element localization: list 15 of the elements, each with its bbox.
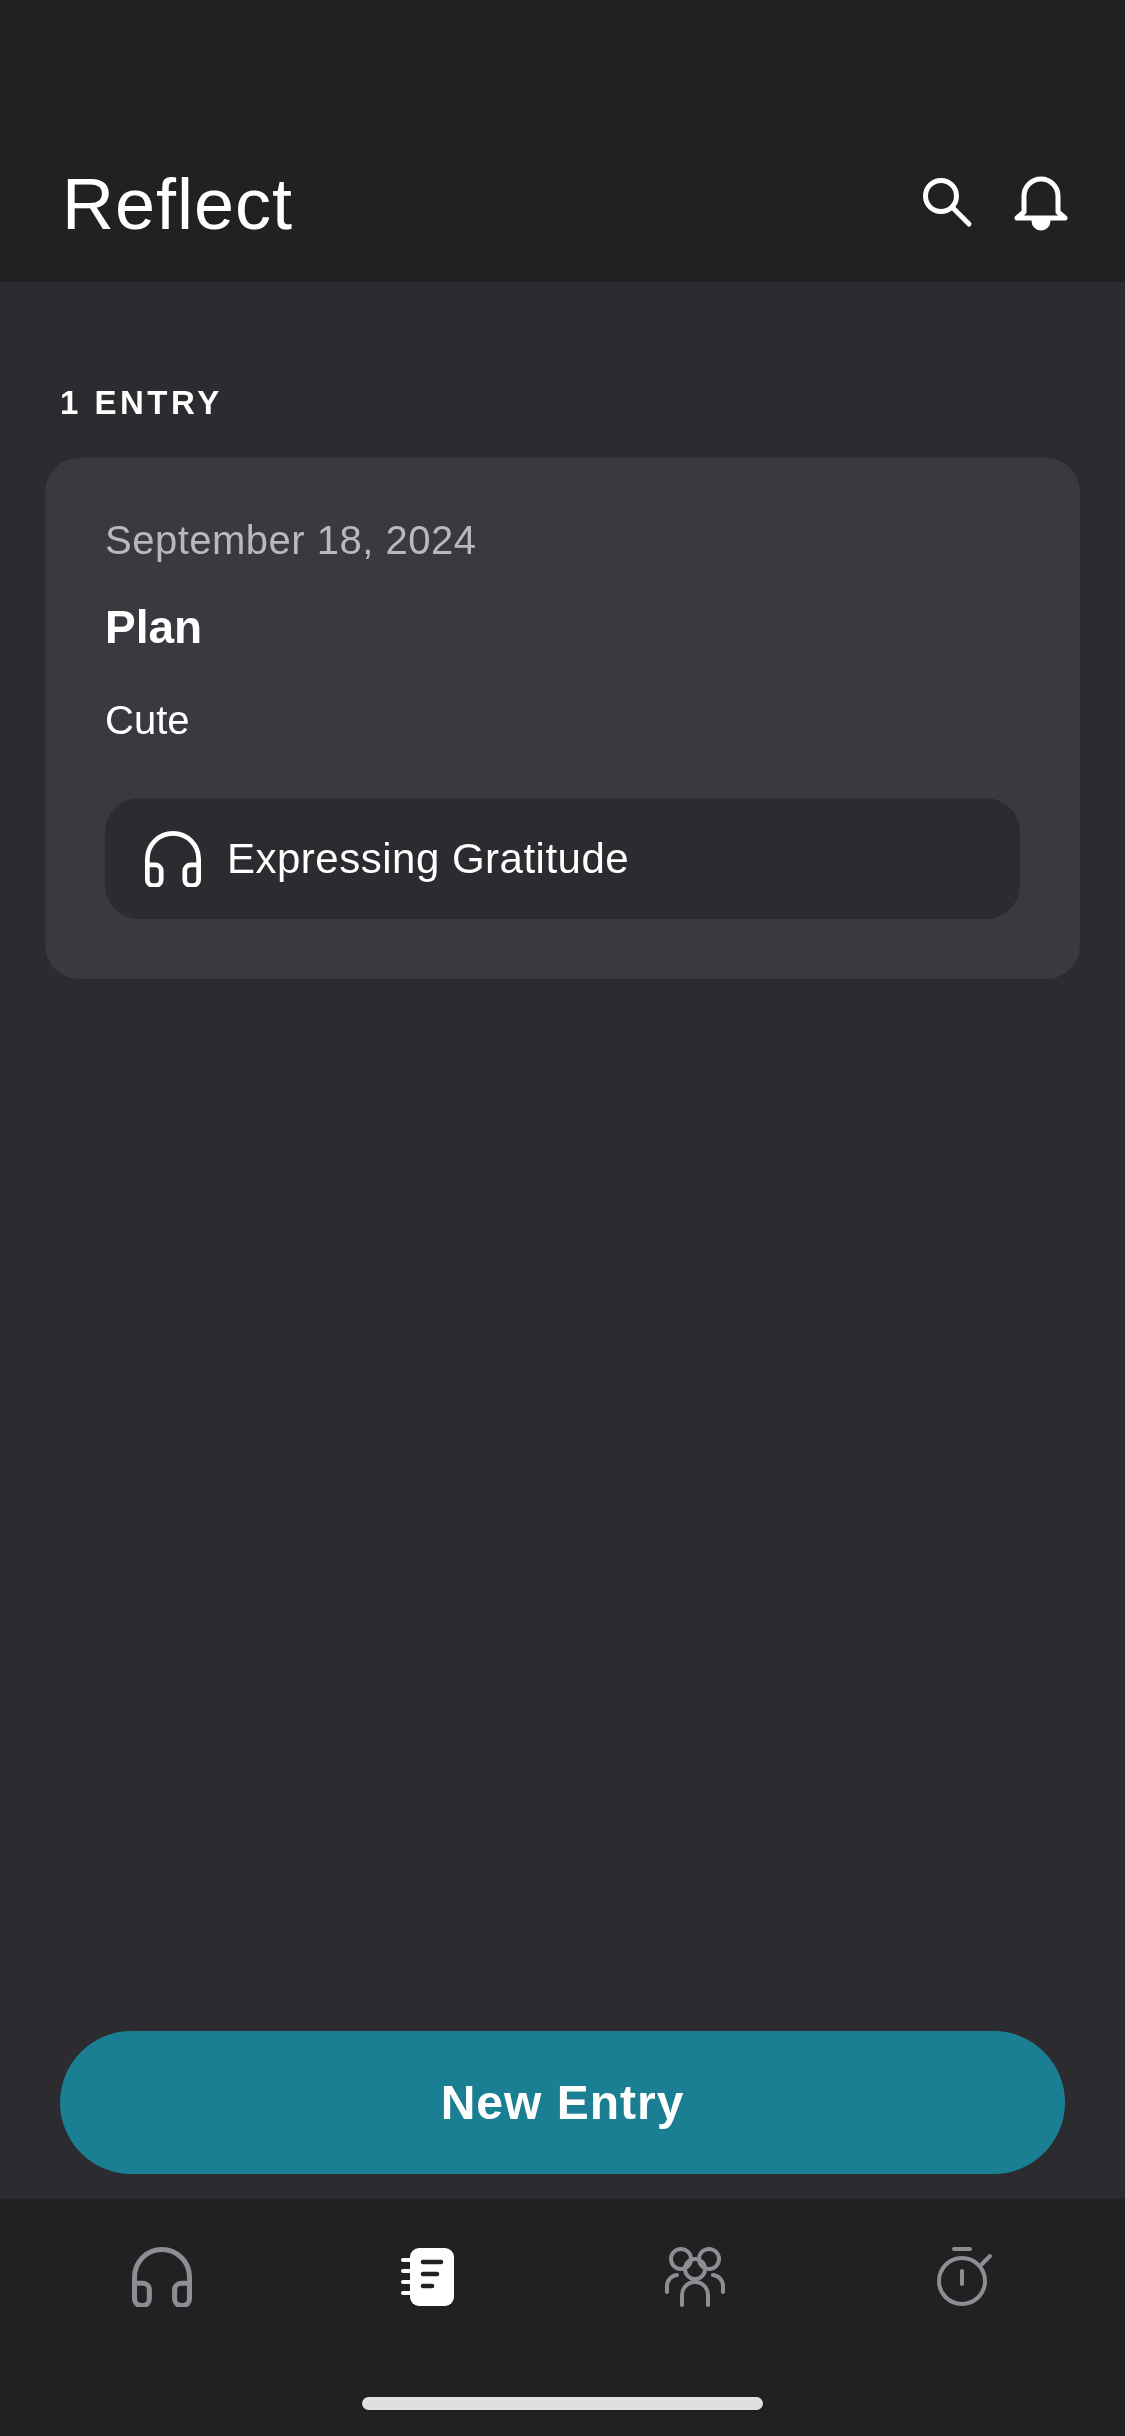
stopwatch-icon [934, 2247, 993, 2307]
entry-text: Cute [105, 700, 190, 740]
search-button[interactable] [921, 176, 973, 228]
session-chip[interactable]: Expressing Gratitude [105, 798, 1020, 919]
headphones-icon [145, 830, 201, 887]
search-icon [921, 176, 973, 228]
screen-title: Reflect [62, 168, 294, 240]
entry-date: September 18, 2024 [105, 520, 477, 560]
new-entry-button[interactable]: New Entry [60, 2031, 1065, 2174]
headphones-icon [132, 2247, 193, 2307]
entry-card[interactable]: September 18, 2024 Plan Cute Expressing Gratitude [45, 458, 1080, 979]
people-group-icon [663, 2247, 726, 2307]
entry-count: 1 ENTRY [60, 386, 223, 419]
entry-title: Plan [105, 604, 203, 650]
notebook-icon [401, 2247, 456, 2307]
